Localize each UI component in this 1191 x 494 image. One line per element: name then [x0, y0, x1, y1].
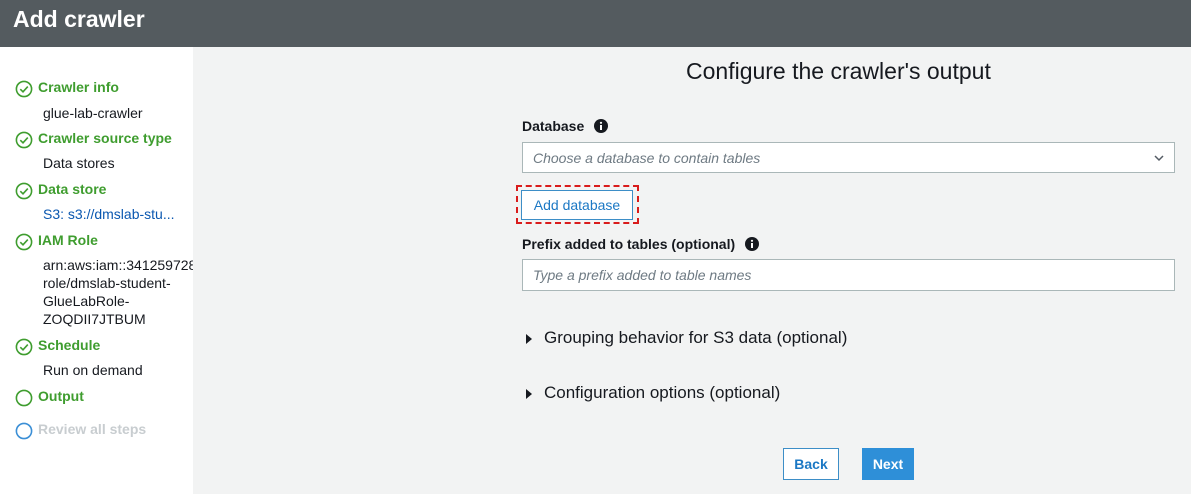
iam-role-arn-line: role/dmslab-student- — [43, 275, 171, 291]
step-label: Crawler info — [38, 79, 119, 95]
check-circle-icon — [15, 338, 33, 356]
page-title: Configure the crawler's output — [686, 58, 991, 84]
wizard-steps-sidebar: Crawler info glue-lab-crawler Crawler so… — [0, 47, 300, 494]
step-detail: Data stores — [43, 155, 115, 171]
top-header-bar: Add crawler — [0, 0, 1191, 47]
empty-circle-icon — [15, 422, 33, 440]
step-label: Schedule — [38, 337, 101, 353]
check-circle-icon — [15, 182, 33, 200]
database-label-text: Database — [522, 118, 585, 134]
next-button[interactable]: Next — [862, 448, 914, 480]
database-field-label: Database — [522, 118, 609, 134]
step-label: Data store — [38, 181, 107, 197]
data-store-link[interactable]: S3: s3://dmslab-stu... — [43, 205, 175, 223]
caret-right-icon — [526, 334, 532, 344]
empty-circle-icon — [15, 389, 33, 407]
check-circle-icon — [15, 80, 33, 98]
database-select[interactable]: Choose a database to contain tables — [522, 142, 1175, 173]
iam-role-arn-line: ZOQDII7JTBUM — [43, 311, 146, 327]
check-circle-icon — [15, 131, 33, 149]
chevron-down-icon — [1154, 155, 1164, 162]
expander-label: Configuration options (optional) — [544, 383, 781, 402]
info-icon[interactable] — [594, 119, 609, 133]
prefix-label-text: Prefix added to tables (optional) — [522, 236, 736, 252]
step-detail: glue-lab-crawler — [43, 105, 143, 121]
step-label: Review all steps — [38, 421, 147, 437]
prefix-field-label: Prefix added to tables (optional) — [522, 236, 760, 252]
info-icon[interactable] — [745, 237, 760, 251]
prefix-input[interactable] — [522, 259, 1175, 291]
step-label: Output — [38, 388, 84, 404]
step-detail: Run on demand — [43, 362, 143, 378]
check-circle-icon — [15, 233, 33, 251]
expander-label: Grouping behavior for S3 data (optional) — [544, 328, 848, 347]
back-button[interactable]: Back — [783, 448, 839, 480]
step-label: Crawler source type — [38, 130, 172, 146]
database-select-placeholder: Choose a database to contain tables — [533, 150, 761, 166]
add-database-button[interactable]: Add database — [521, 190, 633, 220]
step-label: IAM Role — [38, 232, 98, 248]
iam-role-arn-line: GlueLabRole- — [43, 293, 130, 309]
caret-right-icon — [526, 389, 532, 399]
page-header-title: Add crawler — [13, 6, 145, 32]
